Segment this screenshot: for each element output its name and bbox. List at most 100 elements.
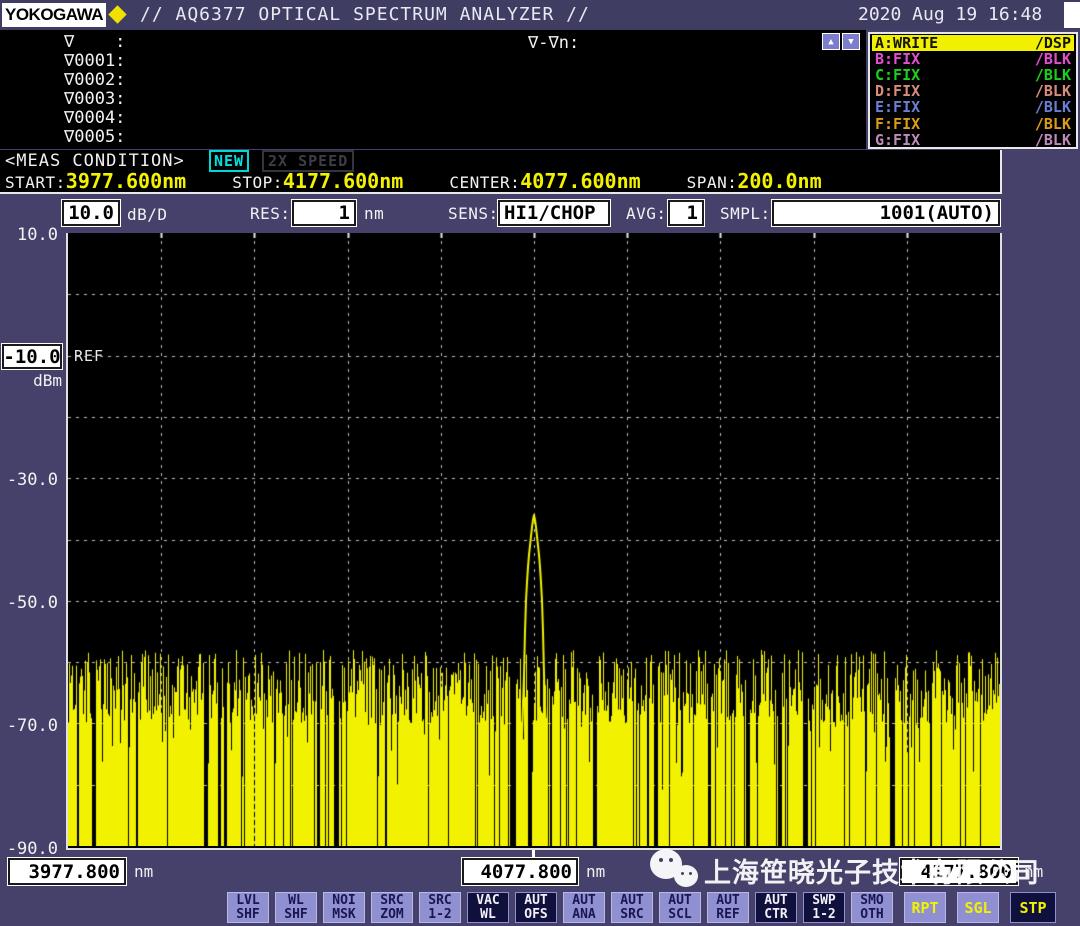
osa-screen: { "top_bar": { "brand": "YOKOGAWA", "tit… xyxy=(0,0,1080,926)
softkey-line: AUT xyxy=(572,894,595,908)
trace-legend-panel: A:WRITE/DSPB:FIX/BLKC:FIX/BLKD:FIX/BLKE:… xyxy=(868,32,1078,149)
marker-row: ∇0003: xyxy=(64,89,125,109)
meas-condition-heading: <MEAS CONDITION> xyxy=(5,151,185,171)
softkey-line: SMO xyxy=(860,894,883,908)
meas-field-value: 3977.600nm xyxy=(66,169,186,193)
softkey-line: NOI xyxy=(332,894,355,908)
softkey-vac-wl[interactable]: VACWL xyxy=(467,892,509,923)
topbar-endcap xyxy=(1064,2,1080,28)
softkey-line: AUT xyxy=(668,894,691,908)
softkey-line: SRC xyxy=(380,894,403,908)
level-scale-field[interactable]: 10.0 xyxy=(62,200,120,226)
meas-field-label: STOP: xyxy=(232,173,283,192)
trace-name: G:FIX xyxy=(875,132,920,148)
instrument-title: // AQ6377 OPTICAL SPECTRUM ANALYZER // xyxy=(140,4,590,25)
trace-row-d[interactable]: D:FIX/BLK xyxy=(872,83,1074,99)
softkey-aut-ana[interactable]: AUTANA xyxy=(563,892,605,923)
softkey-line: OFS xyxy=(524,908,547,922)
y-axis-label: -30.0 xyxy=(0,470,58,490)
average-field[interactable]: 1 xyxy=(668,200,704,226)
softkey-lvl-shf[interactable]: LVLSHF xyxy=(227,892,269,923)
softkey-line: LVL xyxy=(236,894,259,908)
trace-row-c[interactable]: C:FIX/BLK xyxy=(872,67,1074,83)
meas-field-span: SPAN: 200.0nm xyxy=(687,169,822,193)
yokogawa-diamond-icon xyxy=(108,5,126,23)
stop-wavelength-field[interactable]: 4177.800 xyxy=(900,858,1018,885)
marker-row: ∇0005: xyxy=(64,127,125,147)
trace-row-e[interactable]: E:FIX/BLK xyxy=(872,99,1074,115)
sens-label: SENS: xyxy=(448,204,499,223)
ref-level-field[interactable]: -10.0 xyxy=(2,344,62,369)
softkey-line: OTH xyxy=(860,908,883,922)
sampling-field[interactable]: 1001(AUTO) xyxy=(772,200,1000,226)
meas-field-label: START: xyxy=(5,173,66,192)
softkey-aut-ref[interactable]: AUTREF xyxy=(707,892,749,923)
softkey-line: 1-2 xyxy=(428,908,451,922)
softkey-toolbar: LVLSHFWLSHFNOIMSKSRCZOMSRC1-2VACWLAUTOFS… xyxy=(227,892,893,923)
trace-name: E:FIX xyxy=(875,99,920,115)
marker-row: ∇0002: xyxy=(64,70,125,90)
spectrum-trace-canvas xyxy=(68,233,1000,846)
softkey-line: ANA xyxy=(572,908,595,922)
meas-field-start: START:3977.600nm xyxy=(5,169,186,193)
avg-label: AVG: xyxy=(626,204,667,223)
softkey-line: SRC xyxy=(620,908,643,922)
trace-row-g[interactable]: G:FIX/BLK xyxy=(872,132,1074,148)
softkey-line: AUT xyxy=(524,894,547,908)
wechat-icon xyxy=(650,845,700,895)
meas-field-label: CENTER: xyxy=(449,173,520,192)
softkey-aut-src[interactable]: AUTSRC xyxy=(611,892,653,923)
datetime-display: 2020 Aug 19 16:48 xyxy=(858,4,1042,25)
softkey-line: AUT xyxy=(764,894,787,908)
rpt-button[interactable]: RPT xyxy=(904,892,946,923)
trace-list: A:WRITE/DSPB:FIX/BLKC:FIX/BLKD:FIX/BLKE:… xyxy=(872,35,1074,148)
sgl-button[interactable]: SGL xyxy=(957,892,999,923)
trace-mode: /BLK xyxy=(1035,99,1071,115)
meas-field-value: 200.0nm xyxy=(737,169,821,193)
stop-wavelength-unit: nm xyxy=(1024,862,1043,881)
top-bar: YOKOGAWA // AQ6377 OPTICAL SPECTRUM ANAL… xyxy=(0,0,1080,30)
softkey-aut-ofs[interactable]: AUTOFS xyxy=(515,892,557,923)
meas-field-center: CENTER:4077.600nm xyxy=(449,169,640,193)
sensitivity-field[interactable]: HI1/CHOP xyxy=(498,200,610,226)
softkey-src-1-2[interactable]: SRC1-2 xyxy=(419,892,461,923)
softkey-line: WL xyxy=(288,894,304,908)
sweep-control-toolbar: RPT SGL STP xyxy=(904,892,1056,923)
smpl-label: SMPL: xyxy=(720,204,771,223)
marker-delta-label: ∇-∇n: xyxy=(528,33,579,53)
center-wavelength-field[interactable]: 4077.800 xyxy=(462,858,578,885)
trace-mode: /BLK xyxy=(1035,132,1071,148)
y-axis-label-top: 10.0 xyxy=(0,225,58,245)
level-scale-unit: dB/D xyxy=(127,205,168,224)
softkey-aut-ctr[interactable]: AUTCTR xyxy=(755,892,797,923)
scroll-up-button[interactable]: ▲ xyxy=(822,33,840,50)
softkey-noi-msk[interactable]: NOIMSK xyxy=(323,892,365,923)
softkey-smo-oth[interactable]: SMOOTH xyxy=(851,892,893,923)
scroll-down-button[interactable]: ▼ xyxy=(842,33,860,50)
softkey-line: 1-2 xyxy=(812,908,835,922)
trace-row-b[interactable]: B:FIX/BLK xyxy=(872,51,1074,67)
softkey-aut-scl[interactable]: AUTSCL xyxy=(659,892,701,923)
softkey-line: SHF xyxy=(236,908,259,922)
softkey-wl-shf[interactable]: WLSHF xyxy=(275,892,317,923)
softkey-line: ZOM xyxy=(380,908,403,922)
y-axis-label: -50.0 xyxy=(0,593,58,613)
trace-mode: /BLK xyxy=(1035,83,1071,99)
spectrum-plot-area[interactable]: REF xyxy=(66,233,1002,850)
trace-name: A:WRITE xyxy=(875,35,938,51)
trace-row-a[interactable]: A:WRITE/DSP xyxy=(872,35,1074,51)
softkey-src-zom[interactable]: SRCZOM xyxy=(371,892,413,923)
softkey-swp-1-2[interactable]: SWP1-2 xyxy=(803,892,845,923)
stp-button[interactable]: STP xyxy=(1010,892,1056,923)
trace-name: B:FIX xyxy=(875,51,920,67)
marker-row: ∇0004: xyxy=(64,108,125,128)
trace-row-f[interactable]: F:FIX/BLK xyxy=(872,115,1074,131)
softkey-line: SRC xyxy=(428,894,451,908)
softkey-line: SWP xyxy=(812,894,835,908)
start-wavelength-field[interactable]: 3977.800 xyxy=(8,858,126,885)
trace-name: C:FIX xyxy=(875,67,920,83)
yokogawa-logo: YOKOGAWA xyxy=(2,3,106,27)
resolution-field[interactable]: 1 xyxy=(292,200,356,226)
y-axis-unit: dBm xyxy=(2,371,62,390)
marker-row: ∇0001: xyxy=(64,51,125,71)
